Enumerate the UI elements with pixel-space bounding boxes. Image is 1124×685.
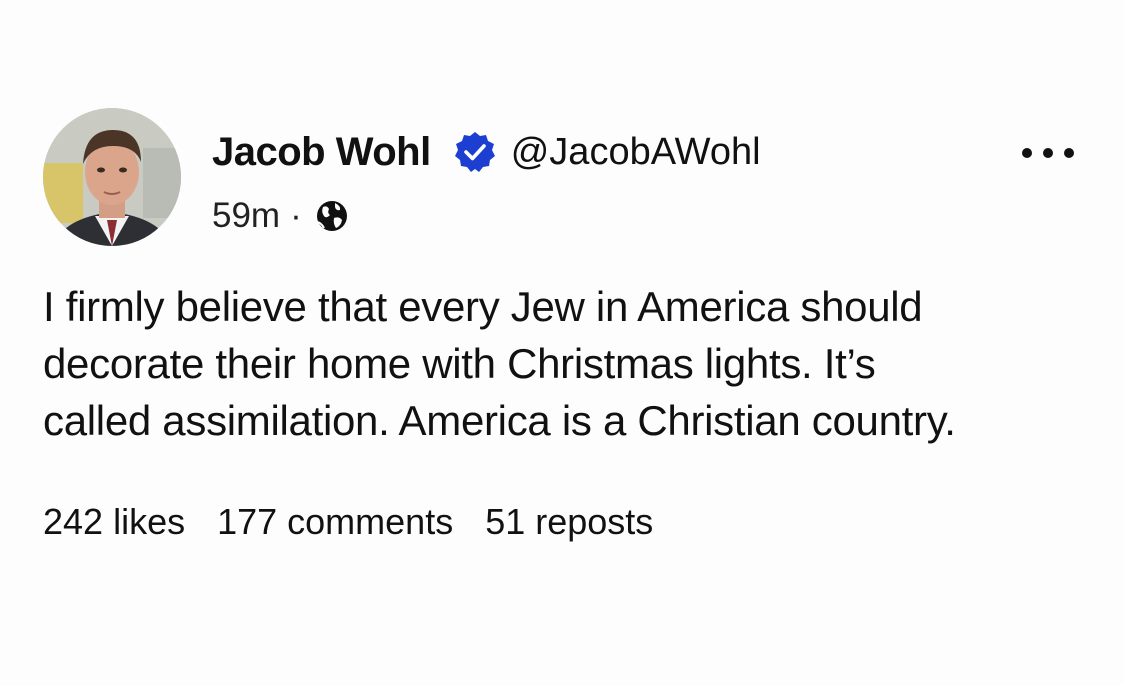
more-dot	[1022, 148, 1032, 158]
more-dot	[1043, 148, 1053, 158]
verified-badge-icon	[453, 130, 497, 174]
post-meta: 59m ·	[212, 194, 350, 238]
globe-icon	[314, 198, 350, 234]
post-text-line: decorate their home with Christmas light…	[43, 340, 876, 387]
post-text-line: I firmly believe that every Jew in Ameri…	[43, 283, 923, 330]
more-options-icon[interactable]	[1022, 144, 1074, 162]
post-text-line: called assimilation. America is a Christ…	[43, 397, 956, 444]
engagement-stats: 242 likes 177 comments 51 reposts	[43, 498, 685, 546]
author-line: Jacob Wohl @JacobAWohl	[212, 126, 761, 178]
post-timestamp[interactable]: 59m	[212, 196, 280, 236]
more-dot	[1064, 148, 1074, 158]
author-name[interactable]: Jacob Wohl	[212, 130, 431, 175]
meta-separator: ·	[290, 196, 302, 235]
author-handle[interactable]: @JacobAWohl	[511, 131, 761, 174]
avatar[interactable]	[43, 108, 181, 246]
comments-count[interactable]: 177 comments	[217, 501, 453, 543]
post-card: Jacob Wohl @JacobAWohl 59m · I firmly be…	[0, 0, 1124, 685]
post-text: I firmly believe that every Jew in Ameri…	[43, 278, 1083, 449]
avatar-image	[43, 108, 181, 246]
likes-count[interactable]: 242 likes	[43, 501, 185, 543]
reposts-count[interactable]: 51 reposts	[485, 501, 653, 543]
